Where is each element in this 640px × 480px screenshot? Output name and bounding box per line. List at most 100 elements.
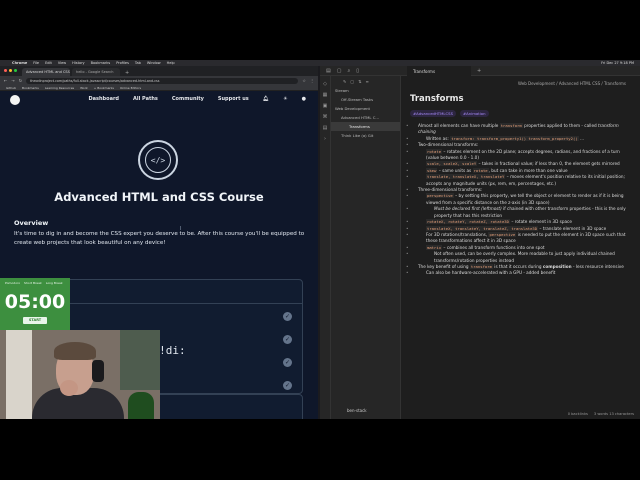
note-editor[interactable]: Web Development / Advanced HTML CSS / Tr…	[401, 76, 640, 419]
menubar-clock[interactable]: Fri Dec 27 9:18 PM	[601, 61, 634, 65]
close-window-icon[interactable]	[4, 69, 7, 72]
minimize-window-icon[interactable]	[9, 69, 12, 72]
command-icon[interactable]: ⌘	[320, 114, 330, 120]
calendar-icon[interactable]: ▦	[320, 92, 330, 98]
file-off-stream-tasks[interactable]: Off-Stream Tasks	[331, 95, 400, 104]
sidebar-toggle-icon[interactable]: ▤	[326, 68, 331, 74]
timer-tab-pomodoro[interactable]: Pomodoro	[5, 281, 20, 285]
canvas-icon[interactable]: ▣	[320, 103, 330, 109]
overview-text: It's time to dig in and become the CSS e…	[14, 231, 305, 246]
tab-google-search[interactable]: hello - Google Search	[72, 68, 120, 76]
note-title[interactable]: Transforms	[401, 94, 640, 104]
overview-heading: Overview	[14, 219, 49, 227]
menubar-help[interactable]: Help	[167, 61, 175, 65]
template-icon[interactable]: ▤	[320, 125, 330, 131]
reload-icon[interactable]: ↻	[19, 78, 22, 83]
tag-animation[interactable]: #Animation	[459, 110, 489, 117]
bookmark-work[interactable]: Work	[80, 86, 88, 90]
file-transforms[interactable]: Transforms	[331, 122, 400, 131]
bookmark-bookmarks[interactable]: Bookmarks	[22, 86, 39, 90]
desktop-screen: Chrome File Edit View History Bookmarks …	[0, 60, 640, 419]
pomodoro-timer: Pomodoro Short Break Long Break 05:00 ST…	[0, 278, 70, 331]
word-count: 3 words 13 characters	[593, 412, 634, 416]
obsidian-window: ▤ ▢ ⌕ ▯ Transforms + ◇ ▦ ▣ ⌘ ▤ › ✎ ▢ ⇅ ≡…	[320, 66, 640, 419]
tag-advanced-html-css[interactable]: #AdvancedHTMLCSS	[410, 110, 456, 117]
next-section-card[interactable]	[150, 394, 303, 419]
star-icon[interactable]: ☆	[302, 78, 306, 83]
timer-display: 05:00	[4, 291, 66, 313]
timer-tab-short-break[interactable]: Short Break	[24, 281, 42, 285]
timer-start-button[interactable]: START	[23, 317, 47, 324]
tab-transforms[interactable]: Transforms	[407, 66, 472, 76]
address-bar[interactable]: theodinproject.com/paths/full-stack-java…	[26, 77, 299, 84]
nav-dashboard[interactable]: Dashboard	[89, 96, 120, 102]
backlinks-count[interactable]: 0 backlinks	[568, 412, 588, 416]
file-think-like-git[interactable]: Think Like (a) Git	[331, 131, 400, 140]
sun-icon[interactable]: ☀	[283, 96, 287, 102]
bookmark-online-editors[interactable]: Online Editors	[120, 86, 141, 90]
lesson-complete-check-icon[interactable]: ✓	[283, 358, 292, 367]
kebab-menu-icon[interactable]: ⋮	[310, 78, 314, 83]
folder-stream[interactable]: Stream	[331, 86, 400, 95]
folder-icon[interactable]: ▢	[337, 68, 342, 74]
lesson-complete-check-icon[interactable]: ✓	[283, 335, 292, 344]
chrome-toolbar: ← → ↻ theodinproject.com/paths/full-stac…	[0, 76, 318, 85]
note-tags: #AdvancedHTMLCSS #Animation	[401, 110, 640, 117]
course-title: Advanced HTML and CSS Course	[54, 190, 264, 204]
new-tab-plus-icon[interactable]: +	[122, 70, 132, 76]
list-item: Almost all elements can have multiple tr…	[406, 123, 632, 136]
webcam-feed	[0, 330, 160, 419]
collapse-icon[interactable]: ≡	[366, 79, 369, 84]
avatar[interactable]: ●	[302, 96, 306, 102]
lesson-complete-check-icon[interactable]: ✓	[283, 381, 292, 390]
chrome-tabstrip: Advanced HTML and CSS C... hello - Googl…	[0, 66, 318, 76]
bookmark-github[interactable]: Github	[6, 86, 16, 90]
list-item: Not often used, can be overly complex. M…	[406, 251, 632, 264]
obsidian-ribbon: ◇ ▦ ▣ ⌘ ▤ ›	[320, 76, 331, 419]
timer-tab-long-break[interactable]: Long Break	[46, 281, 63, 285]
menubar-view[interactable]: View	[58, 61, 66, 65]
nav-support-us[interactable]: Support us	[218, 96, 249, 102]
menubar-app[interactable]: Chrome	[12, 61, 27, 65]
list-item: translate, translateX, translateY – move…	[406, 174, 632, 187]
bell-icon[interactable]: 🔔︎	[263, 96, 269, 102]
bookmark-learning[interactable]: Learning Resources	[45, 86, 74, 90]
folder-web-development[interactable]: Web Development	[331, 104, 400, 113]
status-bar: 0 backlinks 3 words 13 characters	[568, 412, 634, 416]
odin-logo-icon[interactable]	[10, 95, 20, 105]
nav-all-paths[interactable]: All Paths	[133, 96, 158, 102]
forward-arrow-icon[interactable]: →	[11, 78, 14, 83]
file-explorer: ✎ ▢ ⇅ ≡ Stream Off-Stream Tasks Web Deve…	[331, 76, 401, 419]
new-tab-plus-icon[interactable]: +	[477, 68, 481, 74]
tab-advanced-html[interactable]: Advanced HTML and CSS C...	[22, 68, 70, 76]
obsidian-titlebar: ▤ ▢ ⌕ ▯ Transforms +	[320, 66, 640, 76]
menubar-window[interactable]: Window	[147, 61, 161, 65]
lesson-complete-check-icon[interactable]: ✓	[283, 312, 292, 321]
menubar-tab[interactable]: Tab	[135, 61, 141, 65]
list-item: Can also be hardware-accelerated with a …	[406, 270, 632, 277]
note-body[interactable]: Almost all elements can have multiple tr…	[401, 123, 640, 277]
vault-name[interactable]: ben-stack	[347, 408, 367, 413]
site-nav: Dashboard All Paths Community Support us…	[0, 91, 318, 107]
sort-icon[interactable]: ⇅	[358, 79, 361, 84]
nav-community[interactable]: Community	[172, 96, 204, 102]
window-controls	[4, 69, 17, 72]
back-arrow-icon[interactable]: ←	[4, 78, 7, 83]
search-icon[interactable]: ⌕	[347, 68, 350, 74]
bookmark-plus-bookmarks[interactable]: + Bookmarks	[94, 86, 114, 90]
bookmark-icon[interactable]: ▯	[356, 68, 359, 74]
menubar-profiles[interactable]: Profiles	[116, 61, 129, 65]
new-folder-icon[interactable]: ▢	[350, 79, 354, 84]
terminal-icon[interactable]: ›	[320, 136, 330, 142]
menubar-history[interactable]: History	[72, 61, 84, 65]
menubar-bookmarks[interactable]: Bookmarks	[91, 61, 111, 65]
new-note-icon[interactable]: ✎	[343, 79, 346, 84]
menubar-file[interactable]: File	[33, 61, 39, 65]
menubar-edit[interactable]: Edit	[45, 61, 52, 65]
list-item: For 3D rotations/translations, perspecti…	[406, 231, 632, 245]
breadcrumb[interactable]: Web Development / Advanced HTML CSS / Tr…	[401, 76, 640, 90]
list-item: perspective – by setting this property, …	[406, 193, 632, 206]
zoom-window-icon[interactable]	[14, 69, 17, 72]
folder-advanced-html[interactable]: Advanced HTML C...	[331, 113, 400, 122]
graph-icon[interactable]: ◇	[320, 81, 330, 87]
